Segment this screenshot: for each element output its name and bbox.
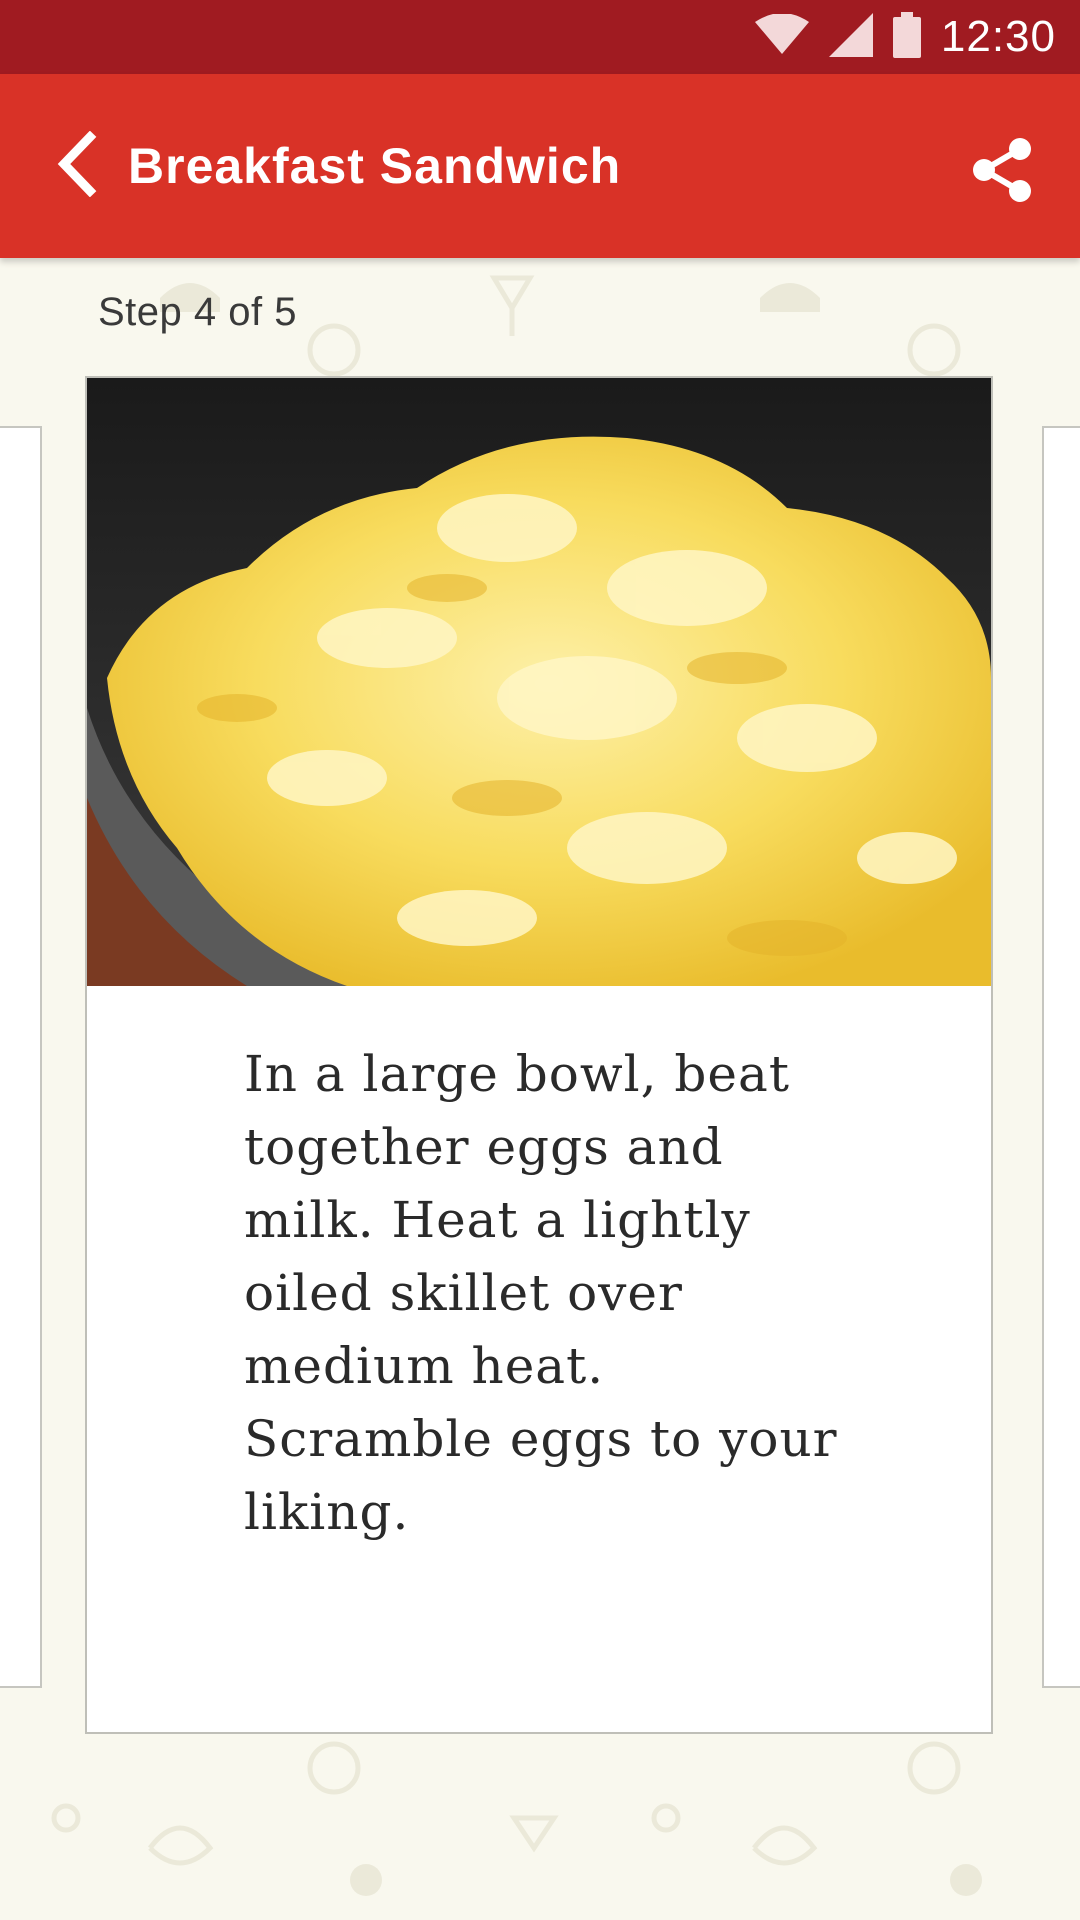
app-bar: Breakfast Sandwich (0, 74, 1080, 258)
cellular-signal-icon (828, 12, 873, 62)
previous-step-card[interactable] (0, 426, 42, 1688)
share-icon (970, 137, 1034, 208)
back-button[interactable] (40, 130, 112, 202)
next-step-card[interactable] (1042, 426, 1080, 1688)
page-title: Breakfast Sandwich (128, 138, 622, 194)
status-bar: 12:30 (0, 0, 1080, 74)
status-icons: 12:30 (754, 0, 1056, 74)
wifi-icon (754, 12, 809, 61)
battery-icon (892, 11, 921, 63)
chevron-left-icon (54, 130, 98, 202)
step-indicator: Step 4 of 5 (98, 290, 297, 334)
step-photo (87, 378, 991, 986)
status-time: 12:30 (940, 12, 1056, 61)
share-button[interactable] (964, 134, 1040, 210)
step-instruction: In a large bowl, beat together eggs and … (244, 1045, 838, 1541)
step-card[interactable]: In a large bowl, beat together eggs and … (85, 376, 993, 1734)
